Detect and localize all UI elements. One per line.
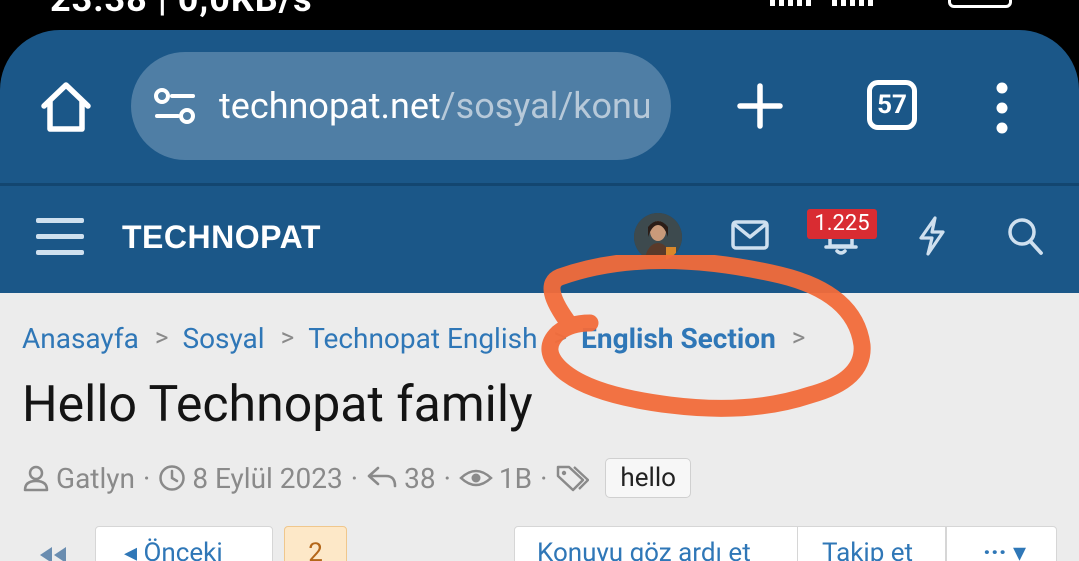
tab-switcher-button[interactable]: 57	[867, 80, 917, 130]
breadcrumb-sosyal[interactable]: Sosyal	[182, 322, 264, 355]
tag-icon	[557, 465, 590, 492]
chevron-down-icon: ▾	[1013, 538, 1027, 561]
breadcrumb-technopat-english[interactable]: Technopat English	[308, 322, 537, 355]
more-actions-button[interactable]: ··· ▾	[946, 526, 1057, 561]
site-logo[interactable]: TECHNOPAT	[122, 219, 321, 256]
clock-icon	[159, 465, 186, 491]
signal-icon-2	[832, 0, 873, 6]
home-icon[interactable]	[38, 80, 94, 134]
meta-separator: ·	[540, 461, 548, 495]
notification-badge[interactable]: 1.225	[807, 209, 877, 239]
thread-tag[interactable]: hello	[605, 458, 691, 498]
meta-separator: ·	[350, 461, 359, 495]
breadcrumb-home[interactable]: Anasayfa	[22, 322, 139, 355]
thread-views: 1B	[498, 461, 533, 495]
thread-replies: 38	[404, 461, 436, 495]
eye-icon	[459, 469, 493, 487]
site-header: TECHNOPAT 1.225	[0, 186, 1079, 293]
signal-icon	[770, 0, 811, 6]
thread-author[interactable]: Gatlyn	[56, 462, 135, 495]
breadcrumb-separator: >	[280, 323, 295, 353]
browser-toolbar: technopat.net/sosyal/konu 57	[0, 30, 1079, 185]
new-tab-icon[interactable]	[736, 82, 784, 130]
address-bar[interactable]: technopat.net/sosyal/konu	[131, 52, 671, 160]
avatar[interactable]	[634, 213, 682, 261]
ignore-thread-button[interactable]: Konuyu göz ardı et	[514, 526, 798, 561]
url-path: /sosyal/konu	[440, 85, 649, 127]
avatar-image	[634, 213, 682, 261]
battery-icon	[948, 0, 1012, 8]
page-content: Anasayfa > Sosyal > Technopat English > …	[0, 293, 1079, 561]
page-title: Hello Technopat family	[22, 376, 533, 434]
bolt-icon[interactable]	[917, 216, 947, 256]
follow-thread-button[interactable]: Takip et	[798, 526, 946, 561]
first-page-icon[interactable]	[36, 545, 70, 561]
breadcrumb-separator: >	[553, 323, 568, 353]
mail-icon[interactable]	[731, 220, 769, 250]
url-text[interactable]: technopat.net/sosyal/konu	[219, 83, 649, 129]
more-vert-icon[interactable]	[990, 82, 1014, 134]
more-actions-label: ···	[983, 538, 1007, 561]
previous-page-button[interactable]: ◂ Önceki	[95, 526, 273, 561]
thread-date[interactable]: 8 Eylül 2023	[192, 462, 342, 495]
breadcrumb: Anasayfa > Sosyal > Technopat English > …	[22, 320, 819, 356]
previous-page-label: Önceki	[143, 538, 223, 561]
user-icon	[23, 465, 49, 492]
reply-icon	[367, 466, 397, 488]
url-domain: technopat.net	[219, 85, 441, 127]
site-settings-icon[interactable]	[153, 87, 197, 127]
breadcrumb-separator: >	[154, 323, 169, 353]
page-number-button[interactable]: 2	[284, 526, 347, 561]
breadcrumb-separator: >	[791, 323, 806, 353]
meta-separator: ·	[142, 461, 151, 495]
thread-meta: Gatlyn · 8 Eylül 2023 · 38 · 1B · hello	[22, 458, 691, 498]
search-icon[interactable]	[1006, 216, 1044, 256]
breadcrumb-english-section[interactable]: English Section	[581, 322, 776, 355]
status-time: 23:38 | 0,0KB/s	[50, 0, 313, 20]
meta-separator: ·	[443, 461, 451, 495]
hamburger-menu-icon[interactable]	[36, 216, 84, 258]
